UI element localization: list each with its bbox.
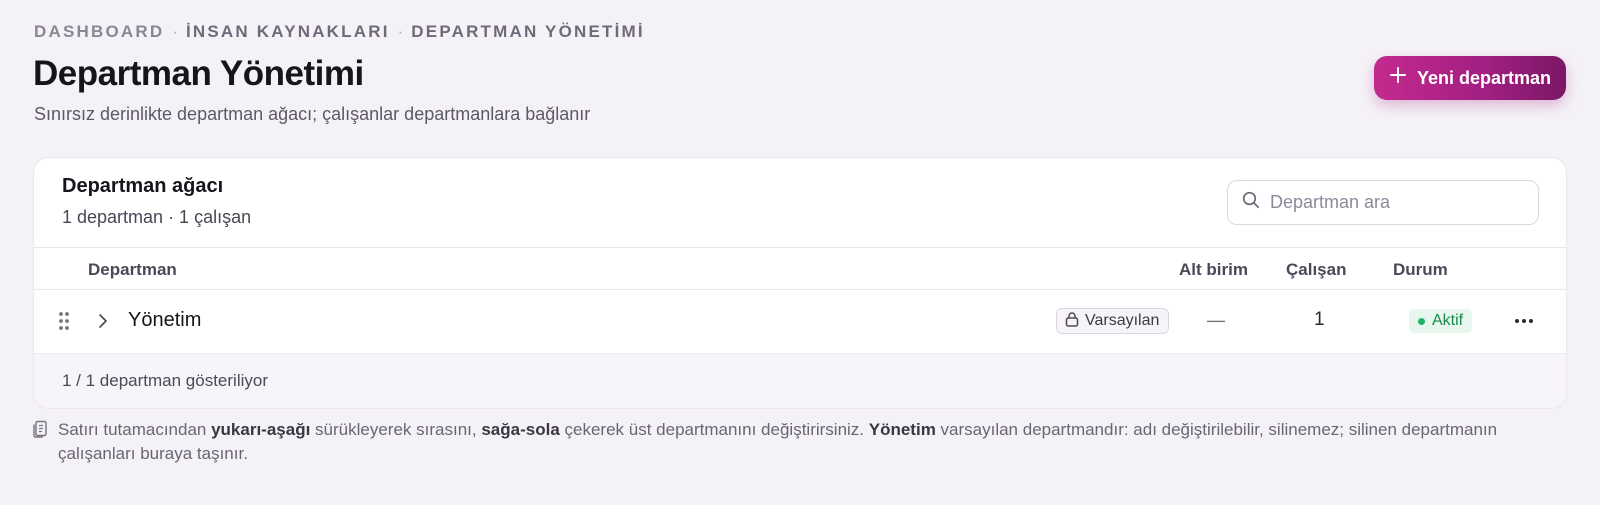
breadcrumb-item-current: DEPARTMAN YÖNETİMİ <box>411 22 645 41</box>
table-header: Departman Alt birim Çalışan Durum <box>34 248 1566 290</box>
column-header-status[interactable]: Durum <box>1393 260 1448 280</box>
breadcrumb-item-dashboard[interactable]: DASHBOARD <box>34 22 164 42</box>
note-icon <box>33 420 50 466</box>
status-badge: Aktif <box>1409 309 1473 333</box>
drag-handle-icon[interactable] <box>58 311 70 336</box>
breadcrumb-separator: · <box>397 22 404 41</box>
pagination-summary: 1 / 1 departman gösteriliyor <box>62 371 268 390</box>
new-department-label: Yeni departman <box>1416 67 1552 88</box>
status-dot-icon <box>1418 317 1425 325</box>
default-badge: Varsayılan <box>1056 308 1170 334</box>
department-name[interactable]: Yönetim <box>128 309 201 332</box>
card-header: Departman ağacı 1 departman · 1 çalışan <box>34 158 1566 248</box>
table-row[interactable]: Yönetim Varsayılan — 1 Aktif <box>34 290 1566 353</box>
search-input[interactable] <box>1270 192 1510 213</box>
more-options-icon[interactable] <box>1514 312 1534 335</box>
plus-icon <box>1389 65 1407 89</box>
page-subtitle: Sınırsız derinlikte departman ağacı; çal… <box>34 104 591 124</box>
card-title: Departman ağacı <box>62 175 224 197</box>
card-footer: 1 / 1 departman gösteriliyor <box>34 353 1566 408</box>
breadcrumb-separator: · <box>172 22 178 41</box>
breadcrumb: DASHBOARD · İNSAN KAYNAKLARI · DEPARTMAN… <box>34 22 645 42</box>
search-box[interactable] <box>1227 180 1539 225</box>
column-header-sub-units[interactable]: Alt birim <box>1179 260 1248 280</box>
department-tree-card: Departman ağacı 1 departman · 1 çalışan … <box>33 157 1567 409</box>
breadcrumb-item-hr[interactable]: İNSAN KAYNAKLARI <box>186 22 390 42</box>
search-icon <box>1242 191 1260 214</box>
lock-icon <box>1065 311 1079 332</box>
column-header-department[interactable]: Departman <box>88 260 177 280</box>
help-text: Satırı tutamacından yukarı-aşağı sürükle… <box>58 420 1498 463</box>
sub-units-count: — <box>1207 310 1225 330</box>
employee-count: 1 <box>1314 309 1325 330</box>
new-department-button[interactable]: Yeni departman <box>1374 56 1566 100</box>
default-badge-label: Varsayılan <box>1085 312 1160 329</box>
card-meta: 1 departman · 1 çalışan <box>62 207 252 227</box>
status-label: Aktif <box>1432 312 1464 329</box>
page-title: Departman Yönetimi <box>33 54 364 93</box>
help-note: Satırı tutamacından yukarı-aşağı sürükle… <box>33 418 1513 466</box>
column-header-employees[interactable]: Çalışan <box>1286 260 1346 280</box>
chevron-right-icon[interactable] <box>96 312 110 335</box>
